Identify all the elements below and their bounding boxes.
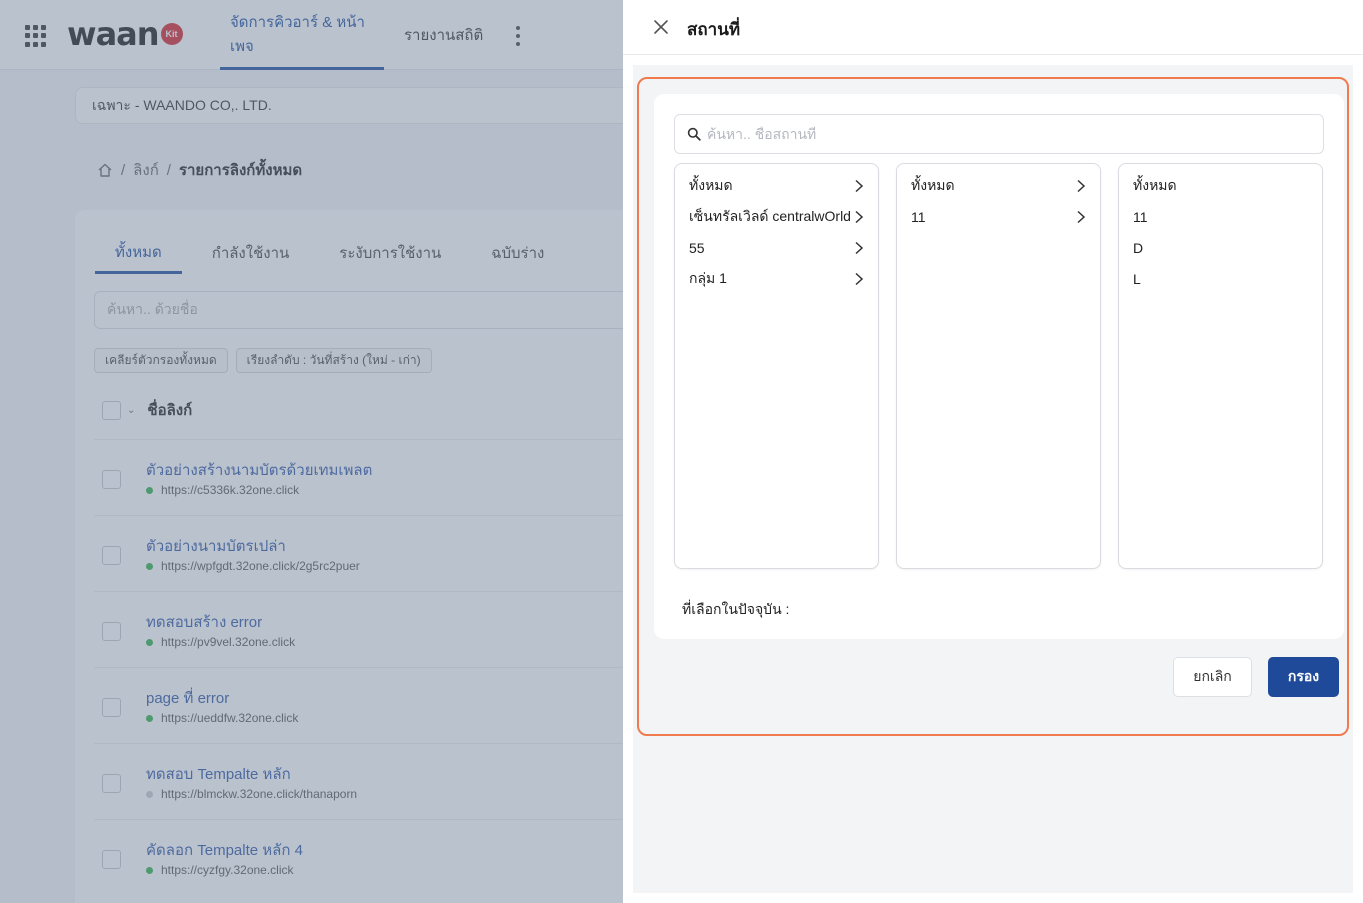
location-column-3: ทั้งหมด 11 D L: [1118, 163, 1323, 569]
location-item[interactable]: ทั้งหมด: [1119, 170, 1322, 201]
close-icon[interactable]: [653, 19, 669, 35]
location-item[interactable]: เซ็นทรัลเวิลด์ centralwOrld: [675, 201, 878, 232]
location-item-label: L: [1133, 270, 1141, 287]
location-item-label: D: [1133, 239, 1144, 256]
filter-button[interactable]: กรอง: [1268, 657, 1339, 697]
location-item[interactable]: กลุ่ม 1: [675, 263, 878, 294]
drawer-actions: ยกเลิก กรอง: [639, 657, 1351, 701]
location-picker-panel: ทั้งหมด เซ็นทรัลเวิลด์ centralwOrld 55 ก…: [654, 94, 1344, 639]
chevron-right-icon: [855, 241, 864, 254]
location-filter-highlight: ทั้งหมด เซ็นทรัลเวิลด์ centralwOrld 55 ก…: [637, 77, 1349, 736]
chevron-right-icon: [855, 210, 864, 223]
location-item-label: 11: [1133, 208, 1148, 225]
cancel-button[interactable]: ยกเลิก: [1173, 657, 1252, 697]
location-item-label: 11: [911, 208, 926, 225]
location-item[interactable]: D: [1119, 232, 1322, 263]
location-item[interactable]: ทั้งหมด: [675, 170, 878, 201]
chevron-right-icon: [1077, 210, 1086, 223]
drawer-body: ทั้งหมด เซ็นทรัลเวิลด์ centralwOrld 55 ก…: [633, 65, 1353, 893]
chevron-right-icon: [855, 179, 864, 192]
location-column-1: ทั้งหมด เซ็นทรัลเวิลด์ centralwOrld 55 ก…: [674, 163, 879, 569]
location-item[interactable]: 55: [675, 232, 878, 263]
location-item-label: เซ็นทรัลเวิลด์ centralwOrld: [689, 207, 851, 224]
location-item[interactable]: 11: [1119, 201, 1322, 232]
location-search-input[interactable]: [707, 126, 1307, 142]
chevron-right-icon: [1077, 179, 1086, 192]
drawer-title: สถานที่: [687, 20, 741, 39]
location-item-label: ทั้งหมด: [911, 176, 955, 193]
location-drawer: สถานที่ ทั้งหมด: [623, 0, 1363, 903]
location-item[interactable]: ทั้งหมด: [897, 170, 1100, 201]
chevron-right-icon: [855, 272, 864, 285]
search-icon: [687, 127, 701, 141]
location-column-2: ทั้งหมด 11: [896, 163, 1101, 569]
current-selection-label: ที่เลือกในปัจจุบัน :: [682, 601, 790, 617]
drawer-header: สถานที่: [623, 0, 1363, 55]
location-item-label: ทั้งหมด: [1133, 176, 1177, 193]
location-search[interactable]: [674, 114, 1324, 154]
location-item[interactable]: L: [1119, 263, 1322, 294]
location-item[interactable]: 11: [897, 201, 1100, 232]
location-item-label: กลุ่ม 1: [689, 269, 727, 286]
location-item-label: 55: [689, 239, 705, 256]
modal-backdrop[interactable]: [0, 0, 623, 903]
location-item-label: ทั้งหมด: [689, 176, 733, 193]
